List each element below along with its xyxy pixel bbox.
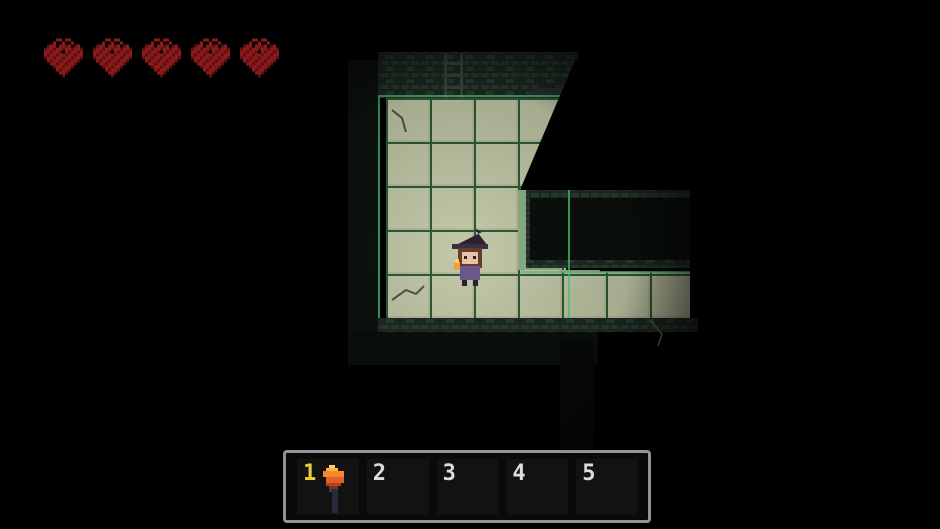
heart-icon (191, 38, 230, 78)
hotbar-slot-2[interactable]: 2 (366, 458, 429, 515)
slot-number: 5 (582, 460, 596, 486)
hotbar-slot-4[interactable]: 4 (506, 458, 569, 515)
slot-number: 3 (442, 460, 456, 486)
torch-icon (323, 464, 344, 513)
slot-number: 4 (512, 460, 526, 486)
heart-icon (142, 38, 181, 78)
heart-icon (44, 38, 83, 78)
slot-number: 2 (372, 460, 387, 486)
slot-number: 1 (303, 460, 317, 486)
health-bar (44, 36, 279, 80)
hotbar-slot-5[interactable]: 5 (576, 458, 638, 515)
heart-icon (93, 38, 132, 78)
hotbar: 1 2 3 4 5 (283, 450, 651, 523)
heart-icon (240, 38, 279, 78)
game-scene: 1 2 3 4 5 (0, 0, 940, 529)
hotbar-slot-3[interactable]: 3 (436, 458, 499, 515)
hotbar-slot-1[interactable]: 1 (297, 458, 359, 515)
